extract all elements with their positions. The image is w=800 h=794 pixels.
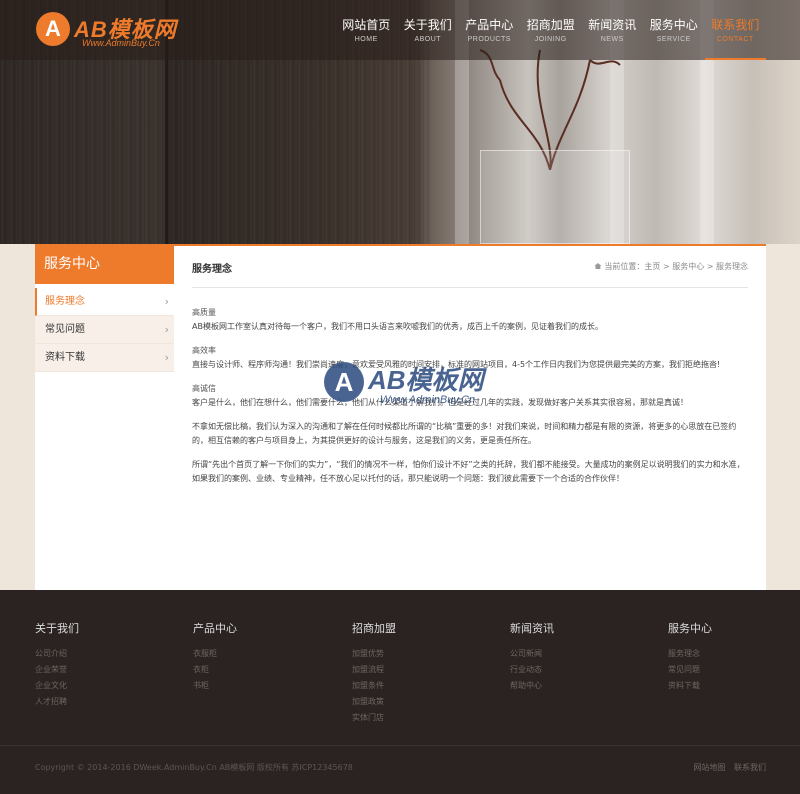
nav-sublabel: HOME: [354, 36, 378, 43]
footer-column-products: 产品中心 衣服柜 衣柜 书柜: [193, 620, 333, 694]
footer-link[interactable]: 企业文化: [35, 678, 175, 694]
content-header: 服务理念 当前位置：主页 > 服务中心 > 服务理念: [192, 258, 748, 288]
glass-vase: [480, 150, 630, 244]
sitemap-link[interactable]: 网站地图: [693, 763, 725, 772]
chevron-right-icon: ›: [164, 351, 169, 364]
sidebar-title: 服务中心: [35, 244, 174, 284]
nav-contact[interactable]: 联系我们 CONTACT: [704, 0, 767, 60]
main-content: 服务理念 当前位置：主页 > 服务中心 > 服务理念 高质量 AB模板网工作室认…: [174, 244, 766, 590]
breadcrumb-text[interactable]: 当前位置：主页 > 服务中心 > 服务理念: [604, 262, 748, 271]
home-icon: [594, 263, 602, 269]
nav-service[interactable]: 服务中心 SERVICE: [643, 0, 705, 60]
footer-link[interactable]: 资料下载: [668, 678, 800, 694]
footer-link[interactable]: 加盟优势: [352, 646, 492, 662]
nav-label: 网站首页: [342, 18, 391, 32]
footer-bottom-bar: Copyright © 2014-2016 DWeek.AdminBuy.Cn …: [0, 745, 800, 794]
footer-column-joining: 招商加盟 加盟优势 加盟流程 加盟条件 加盟政策 实体门店: [352, 620, 492, 726]
header: A AB模板网 Www.AdminBuy.Cn 网站首页 HOME 关于我们 A…: [0, 0, 800, 60]
copyright-text: Copyright © 2014-2016 DWeek.AdminBuy.Cn …: [35, 763, 353, 772]
footer-link[interactable]: 公司介绍: [35, 646, 175, 662]
footer-column-news: 新闻资讯 公司新闻 行业动态 帮助中心: [510, 620, 650, 694]
sidebar-item-label: 资料下载: [45, 352, 85, 363]
sidebar-item-service-philosophy[interactable]: 服务理念 ›: [35, 288, 174, 316]
sidebar-item-label: 常见问题: [45, 324, 85, 335]
footer-link[interactable]: 人才招聘: [35, 694, 175, 710]
footer-bottom-links: 网站地图 联系我们: [687, 762, 766, 773]
footer-link[interactable]: 加盟条件: [352, 678, 492, 694]
nav-sublabel: SERVICE: [656, 36, 691, 43]
sidebar-item-label: 服务理念: [45, 296, 85, 307]
footer-link[interactable]: 帮助中心: [510, 678, 650, 694]
nav-products[interactable]: 产品中心 PRODUCTS: [459, 0, 521, 60]
sidebar: 服务中心 服务理念 › 常见问题 › 资料下载 ›: [35, 244, 174, 590]
paragraph: AB模板网工作室认真对待每一个客户，我们不用口头语言来吹嘘我们的优秀，成百上千的…: [192, 322, 603, 331]
nav-label: 产品中心: [465, 18, 514, 32]
footer-link[interactable]: 公司新闻: [510, 646, 650, 662]
section-heading: 高诚信: [192, 384, 216, 393]
nav-label: 招商加盟: [526, 18, 575, 32]
nav-sublabel: PRODUCTS: [467, 36, 511, 43]
contact-link[interactable]: 联系我们: [734, 763, 766, 772]
logo[interactable]: A AB模板网 Www.AdminBuy.Cn: [36, 12, 206, 52]
nav-sublabel: ABOUT: [414, 36, 442, 43]
footer-column-title: 产品中心: [193, 622, 237, 635]
main-nav: 网站首页 HOME 关于我们 ABOUT 产品中心 PRODUCTS 招商加盟 …: [336, 0, 767, 60]
footer-link[interactable]: 加盟政策: [352, 694, 492, 710]
nav-label: 新闻资讯: [588, 18, 637, 32]
footer-link[interactable]: 企业荣誉: [35, 662, 175, 678]
footer-link[interactable]: 加盟流程: [352, 662, 492, 678]
paragraph: 客户是什么，他们在想什么，他们需要什么，他们从什么渠道了解我们。但是经过几年的实…: [192, 398, 688, 407]
footer-link[interactable]: 常见问题: [668, 662, 800, 678]
footer-column-title: 服务中心: [668, 622, 712, 635]
section-heading: 高质量: [192, 308, 216, 317]
footer-link[interactable]: 服务理念: [668, 646, 800, 662]
chevron-right-icon: ›: [164, 323, 169, 336]
nav-label: 服务中心: [649, 18, 698, 32]
paragraph: 直接与设计师、程序师沟通！我们崇尚速度，意欢爱受风雅的时间安排，标准的网站项目，…: [192, 360, 721, 369]
sidebar-item-downloads[interactable]: 资料下载 ›: [35, 344, 174, 372]
sidebar-item-faq[interactable]: 常见问题 ›: [35, 316, 174, 344]
section-heading: 高效率: [192, 346, 216, 355]
nav-sublabel: JOINING: [534, 36, 567, 43]
nav-about[interactable]: 关于我们 ABOUT: [397, 0, 459, 60]
sidebar-list: 服务理念 › 常见问题 › 资料下载 ›: [35, 288, 174, 372]
nav-label: 联系我们: [711, 18, 760, 32]
chevron-right-icon: ›: [164, 295, 169, 308]
footer-link[interactable]: 实体门店: [352, 710, 492, 726]
logo-subtitle: Www.AdminBuy.Cn: [82, 38, 160, 48]
nav-home[interactable]: 网站首页 HOME: [336, 0, 398, 60]
footer: 关于我们 公司介绍 企业荣誉 企业文化 人才招聘 产品中心 衣服柜 衣柜 书柜 …: [0, 590, 800, 794]
nav-sublabel: NEWS: [600, 36, 624, 43]
footer-column-about: 关于我们 公司介绍 企业荣誉 企业文化 人才招聘: [35, 620, 175, 710]
nav-label: 关于我们: [403, 18, 452, 32]
footer-column-title: 新闻资讯: [510, 622, 554, 635]
nav-sublabel: CONTACT: [716, 36, 754, 43]
paragraph: 所谓“先出个首页了解一下你们的实力”，“我们的情况不一样，怕你们设计不好”之类的…: [192, 460, 745, 483]
paragraph: 不拿如无偿比稿，我们认为深入的沟通和了解在任何时候都比所谓的“比稿”重要的多！对…: [192, 422, 737, 445]
footer-link[interactable]: 衣服柜: [193, 646, 333, 662]
logo-mark: A: [36, 12, 70, 46]
footer-link[interactable]: 书柜: [193, 678, 333, 694]
nav-news[interactable]: 新闻资讯 NEWS: [582, 0, 644, 60]
footer-column-title: 招商加盟: [352, 622, 396, 635]
footer-column-title: 关于我们: [35, 622, 79, 635]
nav-joining[interactable]: 招商加盟 JOINING: [520, 0, 582, 60]
footer-column-service: 服务中心 服务理念 常见问题 资料下载: [668, 620, 800, 694]
page-title: 服务理念: [192, 264, 232, 275]
footer-link[interactable]: 衣柜: [193, 662, 333, 678]
article-body: 高质量 AB模板网工作室认真对待每一个客户，我们不用口头语言来吹嘘我们的优秀，成…: [192, 306, 748, 496]
breadcrumb: 当前位置：主页 > 服务中心 > 服务理念: [594, 261, 748, 272]
footer-link[interactable]: 行业动态: [510, 662, 650, 678]
